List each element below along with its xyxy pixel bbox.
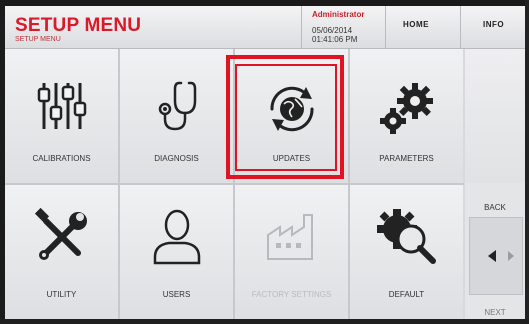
header-separator <box>385 6 386 48</box>
page-subtitle: SETUP MENU <box>15 36 61 43</box>
bezel-bottom <box>0 319 529 324</box>
tile-users[interactable]: USERS <box>120 185 233 319</box>
gear-search-icon <box>376 209 436 264</box>
tile-label-default: DEFAULT <box>388 290 425 299</box>
sidebar: BACK NEXT <box>465 49 525 319</box>
page-arrows[interactable] <box>469 217 523 295</box>
user-icon <box>153 209 200 265</box>
chevron-left-icon <box>488 250 514 262</box>
page-title: SETUP MENU <box>15 15 142 36</box>
tile-diagnosis[interactable]: DIAGNOSIS <box>120 49 233 183</box>
sidebar-panel <box>465 49 525 183</box>
tile-calibrations[interactable]: CALIBRATIONS <box>5 49 118 183</box>
back-button[interactable]: BACK <box>465 203 525 212</box>
stethoscope-icon <box>158 81 196 131</box>
tile-label-diagnosis: DIAGNOSIS <box>154 154 199 163</box>
date-display: 05/06/2014 <box>312 26 353 35</box>
gears-icon <box>379 83 433 134</box>
next-button[interactable]: NEXT <box>465 308 525 317</box>
info-button[interactable]: INFO <box>483 20 504 29</box>
highlight-frame-inner <box>235 64 337 171</box>
setup-screen: SETUP MENU SETUP MENU Administrator 05/0… <box>0 0 529 324</box>
sliders-icon <box>37 83 86 129</box>
tile-label-parameters: PARAMETERS <box>379 154 434 163</box>
home-button[interactable]: HOME <box>403 20 429 29</box>
grid-divider <box>5 183 464 185</box>
header-bar: SETUP MENU SETUP MENU Administrator 05/0… <box>5 6 525 49</box>
tile-default[interactable]: DEFAULT <box>350 185 463 319</box>
user-name: Administrator <box>312 10 365 19</box>
tile-utility[interactable]: UTILITY <box>5 185 118 319</box>
time-display: 01:41:06 PM <box>312 35 358 44</box>
tile-factory-settings: FACTORY SETTINGS <box>235 185 348 319</box>
header-separator <box>301 6 302 48</box>
tile-label-utility: UTILITY <box>46 290 77 299</box>
tile-parameters[interactable]: PARAMETERS <box>350 49 463 183</box>
tile-label-users: USERS <box>162 290 191 299</box>
factory-icon <box>266 214 313 260</box>
header-separator <box>460 6 461 48</box>
tools-icon <box>34 207 87 260</box>
bezel-right <box>525 0 529 324</box>
tile-label-factory-settings: FACTORY SETTINGS <box>251 290 332 299</box>
tile-label-calibrations: CALIBRATIONS <box>32 154 91 163</box>
